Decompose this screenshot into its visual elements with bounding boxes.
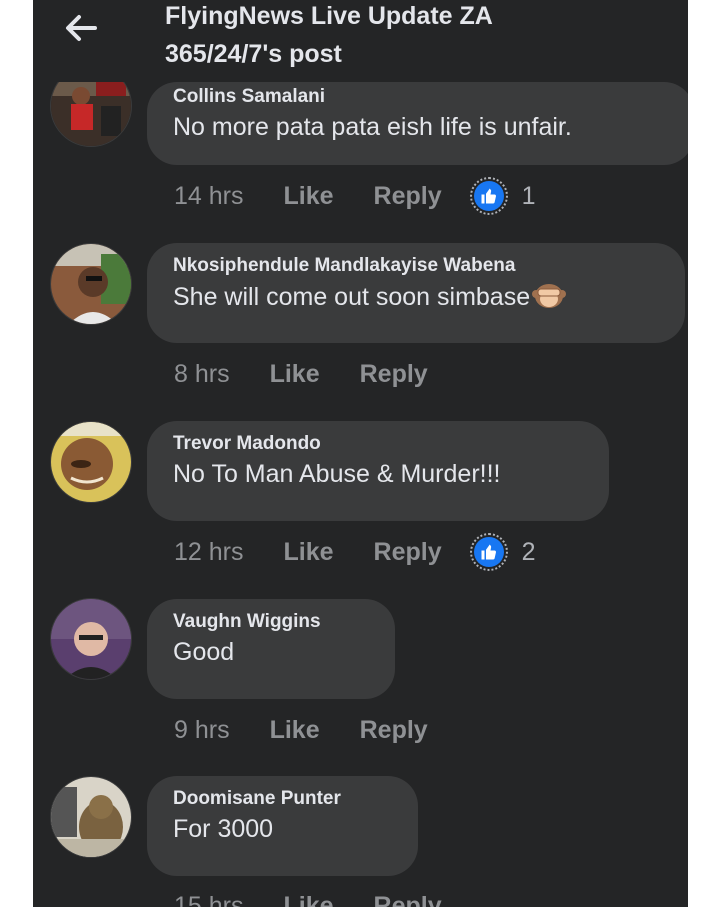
back-arrow-icon[interactable] xyxy=(63,10,99,46)
like-reaction-icon xyxy=(469,533,508,571)
top-bar: FlyingNews Live Update ZA 365/24/7's pos… xyxy=(33,0,688,82)
avatar[interactable] xyxy=(50,243,132,325)
reaction-count: 2 xyxy=(521,537,536,566)
like-button[interactable]: Like xyxy=(283,538,333,567)
reply-button[interactable]: Reply xyxy=(374,892,442,907)
comment-text: No more pata pata eish life is unfair. xyxy=(173,113,572,141)
comment-time[interactable]: 14 hrs xyxy=(174,182,243,211)
comment-text: No To Man Abuse & Murder!!! xyxy=(173,460,501,488)
reply-button[interactable]: Reply xyxy=(360,360,428,389)
comment-text: She will come out soon simbase xyxy=(173,279,659,318)
see-no-evil-monkey-icon xyxy=(532,279,567,318)
comment-bubble: Collins Samalani No more pata pata eish … xyxy=(147,82,688,165)
avatar[interactable] xyxy=(50,598,132,680)
comment-author[interactable]: Doomisane Punter xyxy=(173,786,392,812)
reply-button[interactable]: Reply xyxy=(374,538,442,567)
comment-author[interactable]: Vaughn Wiggins xyxy=(173,609,369,635)
reply-button[interactable]: Reply xyxy=(360,716,428,745)
comment-time[interactable]: 9 hrs xyxy=(174,716,230,745)
like-reaction-icon xyxy=(469,177,508,215)
page-title: FlyingNews Live Update ZA 365/24/7's pos… xyxy=(165,0,493,73)
avatar[interactable] xyxy=(50,776,132,858)
comment-text: Good xyxy=(173,638,235,666)
comment-actions: 9 hrs Like Reply xyxy=(174,710,428,750)
comments-screen: Collins Samalani No more pata pata eish … xyxy=(33,0,688,907)
comment-author[interactable]: Nkosiphendule Mandlakayise Wabena xyxy=(173,253,659,279)
page-title-line1: FlyingNews Live Update ZA xyxy=(165,2,493,30)
like-button[interactable]: Like xyxy=(270,716,320,745)
comment-bubble: Trevor Madondo No To Man Abuse & Murder!… xyxy=(147,421,609,521)
like-button[interactable]: Like xyxy=(283,892,333,907)
comment-text: For 3000 xyxy=(173,815,274,843)
like-button[interactable]: Like xyxy=(283,182,333,211)
comment-author[interactable]: Collins Samalani xyxy=(173,84,668,110)
reaction-count: 1 xyxy=(521,181,536,210)
comment-author[interactable]: Trevor Madondo xyxy=(173,431,583,457)
comment-bubble: Doomisane Punter For 3000 xyxy=(147,776,418,876)
comment-text-content: She will come out soon simbase xyxy=(173,283,531,312)
avatar[interactable] xyxy=(50,421,132,503)
comment-time[interactable]: 15 hrs xyxy=(174,892,243,907)
comment-actions: 8 hrs Like Reply xyxy=(174,354,428,394)
comment-actions: 12 hrs Like Reply 2 xyxy=(174,532,536,572)
comment-actions: 15 hrs Like Reply xyxy=(174,886,442,907)
reply-button[interactable]: Reply xyxy=(374,182,442,211)
reaction-summary[interactable]: 1 xyxy=(469,177,536,215)
reaction-summary[interactable]: 2 xyxy=(469,533,536,571)
comment-time[interactable]: 12 hrs xyxy=(174,538,243,567)
comment-bubble: Nkosiphendule Mandlakayise Wabena She wi… xyxy=(147,243,685,343)
page-title-line2: 365/24/7's post xyxy=(165,40,342,68)
comment-bubble: Vaughn Wiggins Good xyxy=(147,599,395,699)
like-button[interactable]: Like xyxy=(270,360,320,389)
comment-actions: 14 hrs Like Reply 1 xyxy=(174,176,536,216)
comment-time[interactable]: 8 hrs xyxy=(174,360,230,389)
